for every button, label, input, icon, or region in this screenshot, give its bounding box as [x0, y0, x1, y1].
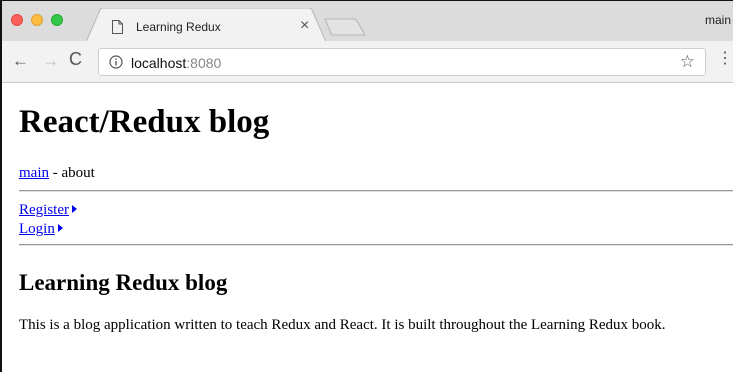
url-port: :8080: [186, 55, 222, 71]
browser-window: Learning Redux × main ← → C localhost:80…: [0, 0, 733, 372]
page-nav: main - about: [19, 165, 95, 182]
register-label: Register: [19, 202, 69, 218]
url-host: localhost: [131, 55, 187, 71]
divider: [19, 190, 733, 192]
new-tab-button[interactable]: [324, 18, 366, 36]
address-bar[interactable]: localhost:8080 ☆: [98, 48, 706, 76]
caret-right-icon: [72, 205, 77, 213]
forward-arrow-icon[interactable]: →: [42, 51, 59, 71]
bookmark-star-icon[interactable]: ☆: [680, 52, 695, 72]
page-content: React/Redux blog main - about Register L…: [4, 84, 733, 372]
tab-strip: Learning Redux × main: [2, 1, 733, 42]
login-link[interactable]: Login: [19, 221, 63, 237]
tab-close-icon[interactable]: ×: [300, 18, 309, 34]
close-window-button[interactable]: [11, 14, 23, 26]
register-link[interactable]: Register: [19, 202, 77, 218]
about-text: about: [61, 165, 95, 181]
blog-description: This is a blog application written to te…: [19, 317, 666, 333]
page-title: React/Redux blog: [19, 104, 270, 140]
tab-learning-redux[interactable]: Learning Redux ×: [86, 8, 326, 42]
main-link[interactable]: main: [19, 165, 49, 181]
caret-right-icon: [57, 224, 63, 232]
login-label: Login: [19, 221, 55, 237]
info-icon[interactable]: [109, 55, 123, 69]
tab-title: Learning Redux: [136, 20, 221, 34]
page-icon: [112, 20, 123, 34]
back-arrow-icon[interactable]: ←: [12, 51, 29, 71]
minimize-window-button[interactable]: [31, 14, 43, 26]
register-link-row: Register: [19, 202, 77, 219]
reload-icon[interactable]: C: [69, 49, 82, 70]
url-text[interactable]: localhost:8080: [131, 55, 221, 71]
profile-label[interactable]: main: [705, 13, 731, 27]
browser-toolbar: ← → C localhost:8080 ☆ ⋮: [2, 41, 733, 83]
divider: [19, 244, 733, 246]
section-title: Learning Redux blog: [19, 270, 228, 295]
menu-icon[interactable]: ⋮: [717, 51, 733, 67]
login-link-row: Login: [19, 221, 63, 238]
nav-separator: -: [49, 165, 62, 181]
maximize-window-button[interactable]: [51, 14, 63, 26]
